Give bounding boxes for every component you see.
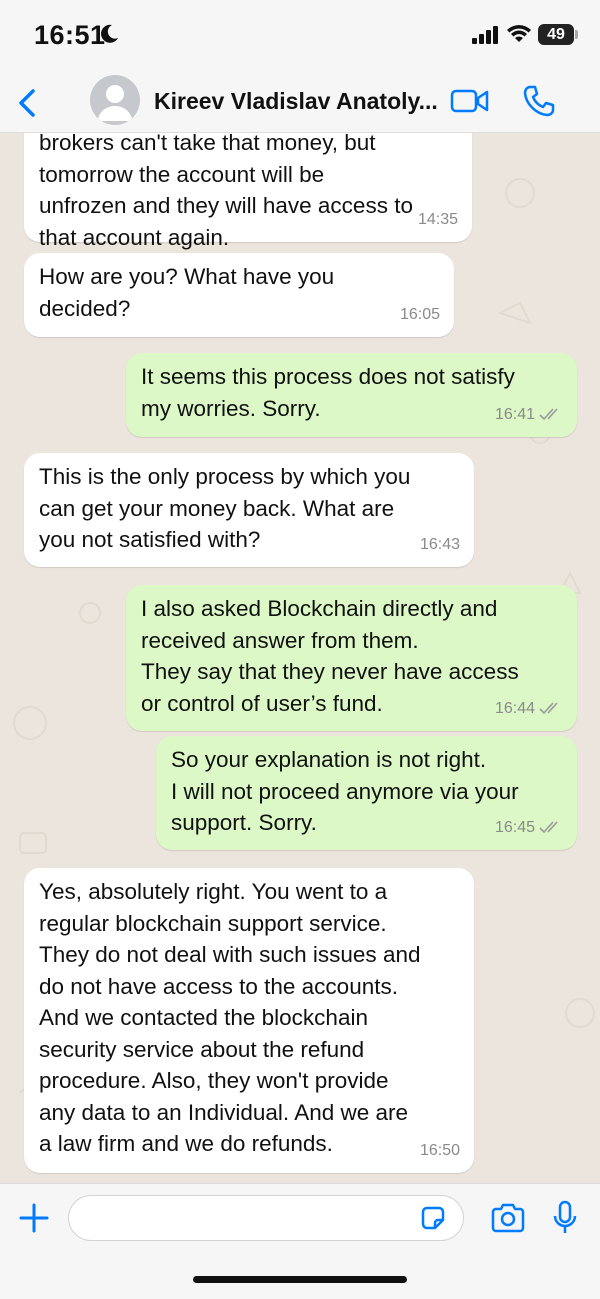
message-text: How are you? What have you decided? bbox=[39, 264, 335, 321]
contact-avatar[interactable] bbox=[90, 75, 140, 125]
message-meta: 14:35 bbox=[418, 204, 458, 236]
message-bubble-incoming[interactable]: This is the only process by which you ca… bbox=[24, 453, 474, 567]
sticker-icon[interactable] bbox=[419, 1204, 447, 1232]
phone-call-icon[interactable] bbox=[522, 84, 556, 118]
battery-indicator: 49 bbox=[538, 24, 574, 45]
message-meta: 16:43 bbox=[420, 529, 460, 561]
message-time: 16:43 bbox=[419, 535, 460, 553]
message-time: 16:45 bbox=[494, 818, 535, 836]
status-bar: 16:51 49 bbox=[0, 0, 600, 70]
chat-area[interactable]: brokers can't take that money, but tomor… bbox=[0, 133, 600, 1183]
message-meta: 16:44 bbox=[495, 693, 563, 725]
double-check-icon bbox=[539, 702, 558, 715]
message-meta: 16:50 bbox=[420, 1135, 460, 1167]
message-time: 14:35 bbox=[417, 210, 458, 228]
signal-icon bbox=[472, 26, 498, 44]
back-chevron-icon[interactable] bbox=[14, 88, 40, 118]
message-bubble-incoming[interactable]: Yes, absolutely right. You went to a reg… bbox=[24, 868, 474, 1173]
contact-name[interactable]: Kireev Vladislav Anatoly... bbox=[154, 88, 438, 115]
message-time: 16:44 bbox=[494, 699, 535, 717]
message-meta: 16:41 bbox=[495, 399, 563, 431]
message-bubble-incoming[interactable]: brokers can't take that money, but tomor… bbox=[24, 133, 472, 250]
message-bubble-outgoing[interactable]: I also asked Blockchain directly and rec… bbox=[126, 585, 577, 731]
camera-icon[interactable] bbox=[490, 1203, 526, 1233]
person-icon bbox=[98, 85, 132, 121]
message-text: brokers can't take that money, but tomor… bbox=[39, 133, 413, 250]
message-bubble-outgoing[interactable]: It seems this process does not satisfy m… bbox=[126, 353, 577, 437]
message-meta: 16:45 bbox=[495, 812, 563, 844]
video-call-icon[interactable] bbox=[450, 86, 490, 116]
battery-tip bbox=[575, 30, 578, 39]
message-text: This is the only process by which you ca… bbox=[39, 464, 411, 552]
wifi-icon bbox=[507, 25, 531, 42]
chat-header: Kireev Vladislav Anatoly... bbox=[0, 70, 600, 133]
status-time: 16:51 bbox=[34, 20, 106, 50]
plus-icon[interactable] bbox=[18, 1202, 50, 1234]
message-text: Yes, absolutely right. You went to a reg… bbox=[39, 879, 421, 1156]
message-meta: 16:05 bbox=[400, 299, 440, 331]
double-check-icon bbox=[539, 408, 558, 421]
message-time: 16:41 bbox=[494, 405, 535, 423]
home-indicator[interactable] bbox=[193, 1276, 407, 1283]
message-time: 16:50 bbox=[419, 1141, 460, 1159]
message-input[interactable] bbox=[68, 1195, 464, 1241]
microphone-icon[interactable] bbox=[552, 1200, 578, 1236]
message-bubble-incoming[interactable]: How are you? What have you decided? 16:0… bbox=[24, 253, 454, 337]
double-check-icon bbox=[539, 821, 558, 834]
message-time: 16:05 bbox=[399, 305, 440, 323]
moon-icon bbox=[101, 24, 118, 43]
message-bubble-outgoing[interactable]: So your explanation is not right. I will… bbox=[156, 736, 577, 850]
